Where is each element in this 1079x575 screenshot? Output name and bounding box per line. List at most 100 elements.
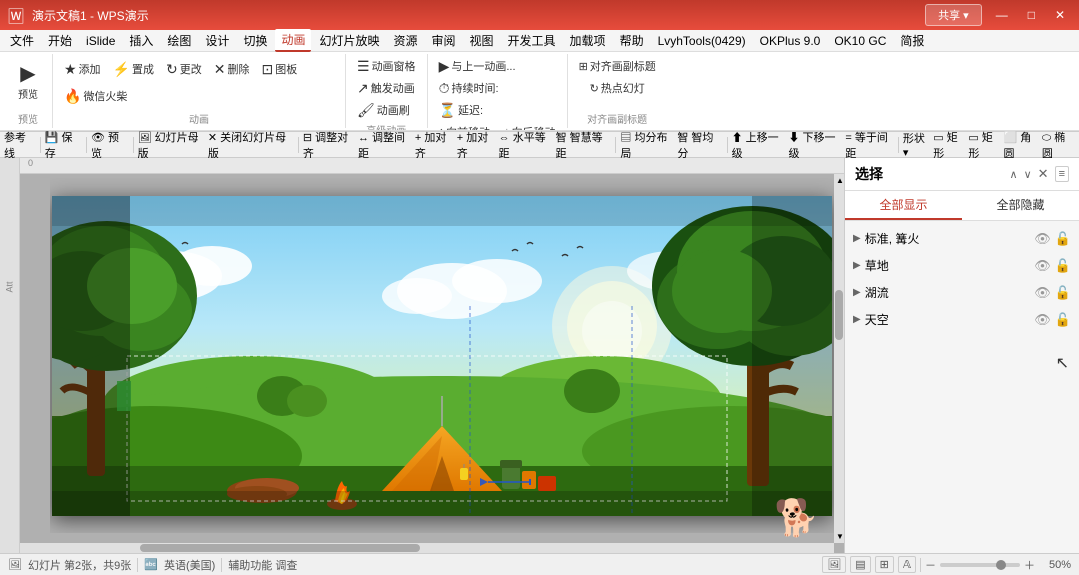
layer-eye-2[interactable]: 👁 <box>1034 285 1051 301</box>
toolbar-ellipse[interactable]: ⬭ 椭圆 <box>1042 129 1075 161</box>
canvas-area[interactable]: 0 <box>20 158 844 553</box>
menu-help[interactable]: 帮助 <box>614 30 650 51</box>
star-icon: ★ <box>64 62 77 76</box>
cursor-icon: ↖ <box>1056 353 1069 373</box>
layer-item-1[interactable]: ▶ 草地 👁 🔓 <box>845 252 1079 279</box>
close-button[interactable]: ✕ <box>1049 6 1071 24</box>
panel-collapse-button[interactable]: ∧ <box>1010 168 1018 181</box>
layer-lock-1[interactable]: 🔓 <box>1055 258 1071 274</box>
menu-ok10gc[interactable]: OK10 GC <box>828 32 892 50</box>
panel-menu-button[interactable]: ≡ <box>1055 166 1069 182</box>
menu-okplus[interactable]: OKPlus 9.0 <box>754 32 827 50</box>
toolbar-refline[interactable]: 参考线 <box>4 129 36 161</box>
ribbon-group-timing: ▶ 与上一动画... ⏱ 持续时间: ⏳ 延迟: ↑向前移动 ↓向后移动 <box>428 54 568 128</box>
tab-hide-all[interactable]: 全部隐藏 <box>962 191 1079 220</box>
accessibility-button[interactable]: 辅助功能 调查 <box>228 557 297 573</box>
view-icon-1[interactable]: 🖼 <box>822 556 846 573</box>
toolbar-rect2[interactable]: ▭ 矩形 <box>968 129 1002 161</box>
board-button[interactable]: ⊡ 图板 <box>256 59 302 79</box>
preview-button[interactable]: ▶ 预览 <box>10 61 46 104</box>
menu-animation[interactable]: 动画 <box>275 29 311 52</box>
toolbar: 参考线 💾 保存 👁 预览 🖼 幻灯片母版 ✕ 关闭幻灯片母版 ⊟ 调整对齐 ↔… <box>0 132 1079 158</box>
panel-close-button[interactable]: ✕ <box>1038 166 1049 182</box>
hotspot-button[interactable]: ↻ 热点幻灯 <box>585 78 650 98</box>
menu-file[interactable]: 文件 <box>4 30 40 51</box>
layer-eye-1[interactable]: 👁 <box>1034 258 1051 274</box>
maximize-button[interactable]: □ <box>1022 6 1041 24</box>
change-anim-button[interactable]: ↻ 更改 <box>161 59 207 79</box>
toolbar-align1[interactable]: ⊟ 调整对齐 <box>303 129 357 161</box>
set-anim-button[interactable]: ⚡ 置成 <box>108 59 159 79</box>
main-area: Att 0 <box>0 158 1079 553</box>
menu-slideshow[interactable]: 幻灯片放映 <box>313 30 385 51</box>
scroll-up-arrow[interactable]: ▲ <box>834 174 844 187</box>
menu-bar: 文件 开始 iSlide 插入 绘图 设计 切换 动画 幻灯片放映 资源 审阅 … <box>0 30 1079 52</box>
delay-button[interactable]: ⏳ 延迟: <box>434 100 489 120</box>
preview-icon: ▶ <box>20 64 35 84</box>
wechat-match-button[interactable]: 🔥 微信火柴 <box>59 86 132 106</box>
h-scrollbar[interactable] <box>20 543 834 553</box>
toolbar-save[interactable]: 💾 保存 <box>45 129 82 161</box>
layer-item-2[interactable]: ▶ 湖流 👁 🔓 <box>845 279 1079 306</box>
menu-jianbo[interactable]: 简报 <box>894 30 930 51</box>
menu-view[interactable]: 视图 <box>464 30 500 51</box>
menu-addins[interactable]: 加载项 <box>564 30 612 51</box>
align-subtitle-button[interactable]: ⊞ 对齐画副标题 <box>574 56 661 76</box>
toolbar-slidemaster[interactable]: 🖼 幻灯片母版 <box>138 129 207 161</box>
toolbar-addalign2[interactable]: + 加对齐 <box>457 129 498 161</box>
layer-item-0[interactable]: ▶ 标准, 篝火 👁 🔓 <box>845 225 1079 252</box>
toolbar-heq[interactable]: ⇔ 水平等距 <box>499 129 555 161</box>
toolbar-smarteq[interactable]: 智 智慧等距 <box>556 129 612 161</box>
toolbar-movedown[interactable]: ⬇ 下移一级 <box>788 129 844 161</box>
tab-show-all[interactable]: 全部显示 <box>845 191 962 220</box>
view-icon-2[interactable]: ▤ <box>850 556 870 573</box>
toolbar-round[interactable]: ⬜ 角圆 <box>1004 129 1041 161</box>
minimize-button[interactable]: — <box>990 6 1014 24</box>
anim-brush-button[interactable]: 🖌 动画刷 <box>352 100 415 120</box>
layer-lock-0[interactable]: 🔓 <box>1055 231 1071 247</box>
toolbar-close-master[interactable]: ✕ 关闭幻灯片母版 <box>208 129 294 161</box>
trigger-button[interactable]: ↗ 触发动画 <box>352 78 420 98</box>
delete-anim-button[interactable]: ✕ 删除 <box>209 59 255 79</box>
toolbar-preview[interactable]: 👁 预览 <box>91 129 129 161</box>
menu-design[interactable]: 设计 <box>199 30 235 51</box>
duration-button[interactable]: ⏱ 持续时间: <box>434 78 504 98</box>
menu-draw[interactable]: 绘图 <box>161 30 197 51</box>
menu-islide[interactable]: iSlide <box>80 32 121 50</box>
panel-expand-button[interactable]: ∨ <box>1024 168 1032 181</box>
layer-item-3[interactable]: ▶ 天空 👁 🔓 <box>845 306 1079 333</box>
layer-eye-3[interactable]: 👁 <box>1034 312 1051 328</box>
toolbar-distribute[interactable]: ▤ 均分布局 <box>620 129 676 161</box>
share-button[interactable]: 共享 ▾ <box>925 4 982 26</box>
toolbar-shapes[interactable]: 形状 ▾ <box>903 130 932 159</box>
add-anim-button[interactable]: ★ 添加 <box>59 59 106 79</box>
anim-pane-button[interactable]: ☰ 动画窗格 <box>352 56 421 76</box>
v-scroll-area: ▲ ▼ <box>834 174 844 543</box>
zoom-out-button[interactable]: － <box>925 557 936 573</box>
ruler-marker: Att <box>4 281 14 292</box>
menu-lvyhtools[interactable]: LvyhTools(0429) <box>652 32 752 50</box>
layer-lock-3[interactable]: 🔓 <box>1055 312 1071 328</box>
menu-review[interactable]: 审阅 <box>426 30 462 51</box>
start-with-button[interactable]: ▶ 与上一动画... <box>434 56 521 76</box>
layer-lock-2[interactable]: 🔓 <box>1055 285 1071 301</box>
view-icon-3[interactable]: ⊞ <box>875 556 894 573</box>
scroll-down-arrow[interactable]: ▼ <box>834 530 844 543</box>
menu-devtools[interactable]: 开发工具 <box>502 30 562 51</box>
toolbar-rect[interactable]: ▭ 矩形 <box>933 129 967 161</box>
menu-insert[interactable]: 插入 <box>123 30 159 51</box>
toolbar-smartdist[interactable]: 智 智均分 <box>677 129 722 161</box>
preview-group-label: 预览 <box>18 111 38 126</box>
menu-start[interactable]: 开始 <box>42 30 78 51</box>
toolbar-moveup[interactable]: ⬆ 上移一级 <box>732 129 788 161</box>
layer-name-3: 天空 <box>865 311 1031 328</box>
zoom-in-button[interactable]: ＋ <box>1024 557 1035 573</box>
toolbar-equal[interactable]: = 等于间距 <box>845 129 896 161</box>
toolbar-spacing[interactable]: ↔ 调整间距 <box>358 129 414 161</box>
zoom-slider[interactable] <box>940 563 1020 567</box>
toolbar-addalign[interactable]: + 加对齐 <box>415 129 456 161</box>
view-icon-4[interactable]: 𝔸 <box>898 556 916 573</box>
layer-eye-0[interactable]: 👁 <box>1034 231 1051 247</box>
menu-resources[interactable]: 资源 <box>387 30 423 51</box>
menu-transition[interactable]: 切换 <box>237 30 273 51</box>
